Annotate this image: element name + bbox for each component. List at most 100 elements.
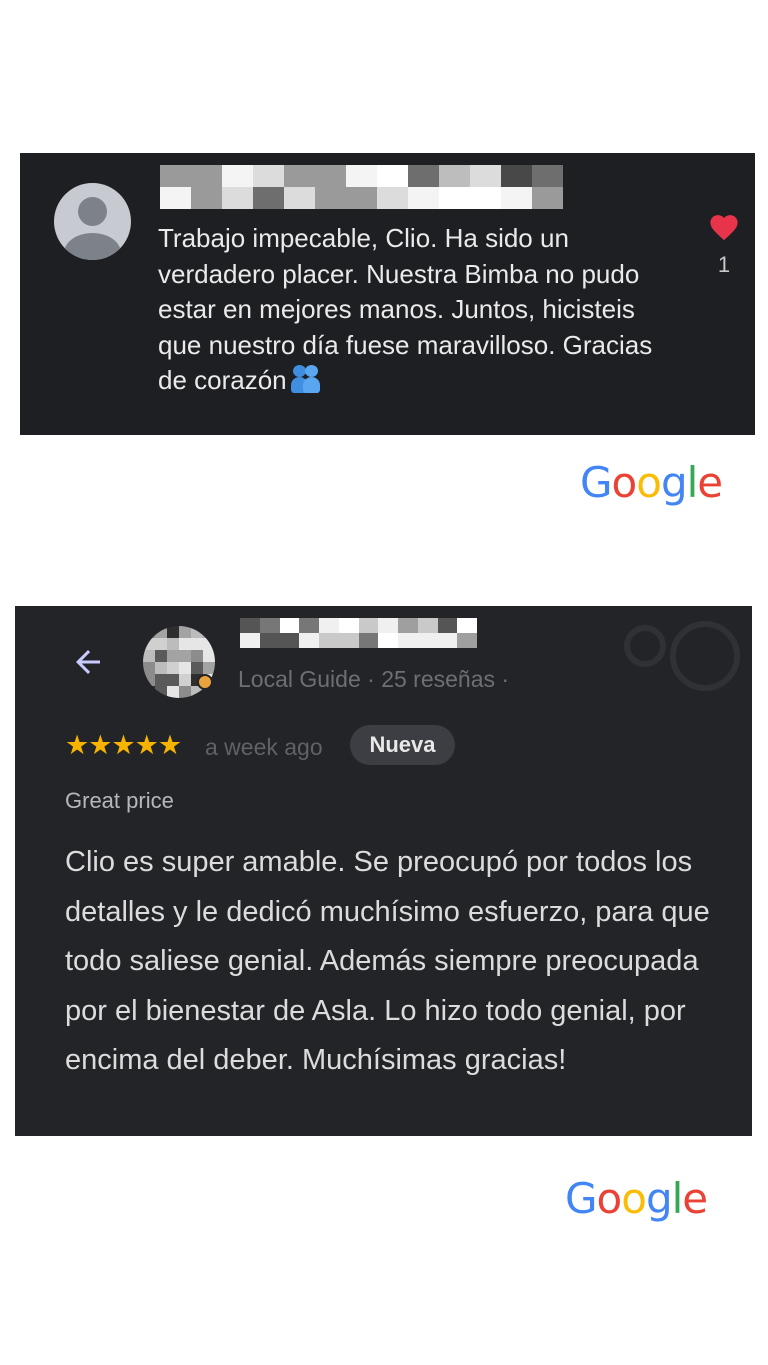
pixel-block (398, 633, 418, 648)
pixel-block (279, 633, 300, 648)
pixel-block (155, 638, 167, 650)
pixel-block (377, 187, 408, 209)
pixelated-reviewer-name[interactable] (160, 165, 563, 209)
pixel-block (167, 650, 179, 662)
google-logo: Google (565, 1174, 708, 1223)
pixel-block (167, 638, 179, 650)
pixel-block (167, 626, 179, 638)
google-letter: G (565, 1174, 598, 1223)
google-letter: o (611, 458, 638, 507)
new-badge: Nueva (350, 725, 455, 765)
pixel-block (160, 187, 191, 209)
pixel-block (319, 633, 339, 648)
review-card-2: Local Guide · 25 reseñas · ★★★★★ a week … (15, 606, 752, 1136)
pixel-block (179, 662, 191, 674)
pixel-block (319, 618, 339, 633)
pixel-block (279, 618, 300, 633)
pixel-block (191, 662, 203, 674)
pixel-block (398, 618, 418, 633)
google-letter: g (660, 458, 688, 507)
pixel-block (240, 618, 260, 633)
pixel-block (143, 650, 155, 662)
pixel-block (191, 626, 203, 638)
pixel-block (378, 633, 398, 648)
watermark-decoration (624, 621, 740, 691)
pixel-block (155, 662, 167, 674)
pixel-block (191, 187, 222, 209)
pixel-block (457, 618, 477, 633)
pixel-block (203, 626, 215, 638)
reviewer-meta: Local Guide · 25 reseñas · (238, 666, 510, 692)
pixel-block (253, 165, 284, 187)
google-letter: l (686, 458, 699, 507)
pixel-block (358, 618, 379, 633)
pixel-block (417, 633, 438, 648)
google-letter: e (697, 458, 723, 507)
pixel-block (155, 650, 167, 662)
google-letter: e (682, 1174, 708, 1223)
review-text: Trabajo impecable, Clio. Ha sido un verd… (158, 221, 678, 399)
pixel-block (408, 187, 439, 209)
pixel-block (167, 686, 179, 698)
pixel-block (259, 618, 280, 633)
pixel-block (338, 618, 359, 633)
pixel-block (299, 618, 319, 633)
like-count: 1 (717, 252, 731, 277)
pixel-block (439, 187, 470, 209)
pixel-block (179, 686, 191, 698)
pixel-block (253, 187, 284, 209)
default-avatar-icon[interactable] (54, 183, 131, 260)
pixel-block (167, 674, 179, 686)
review-subtitle: Great price (65, 788, 174, 813)
heart-icon (710, 215, 738, 241)
pixel-block (358, 633, 379, 648)
pixel-block (346, 187, 377, 209)
google-letter: o (621, 1174, 647, 1223)
pixel-block (377, 165, 408, 187)
like-button[interactable]: 1 (706, 211, 742, 278)
pixel-block (222, 187, 253, 209)
pixel-block (338, 633, 359, 648)
pixel-block (457, 633, 477, 648)
pixelated-reviewer-name[interactable] (240, 618, 477, 648)
pixel-block (346, 165, 377, 187)
pixel-block (470, 187, 501, 209)
pixel-block (191, 165, 222, 187)
pixel-block (417, 618, 438, 633)
google-letter: o (596, 1174, 623, 1223)
avatar-head-shape (78, 197, 107, 226)
review-text: Clio es super amable. Se preocupó por to… (65, 846, 710, 1076)
review-card-1: Trabajo impecable, Clio. Ha sido un verd… (20, 153, 755, 435)
pixel-block (155, 686, 167, 698)
pixel-block (501, 187, 532, 209)
review-time: a week ago (205, 734, 323, 760)
pixel-block (191, 650, 203, 662)
avatar-body-shape (64, 233, 121, 260)
pixel-block (143, 626, 155, 638)
pixel-block (203, 662, 215, 674)
pixel-block (408, 165, 439, 187)
pixel-block (315, 187, 346, 209)
pixel-block (179, 626, 191, 638)
pixel-block (143, 686, 155, 698)
pixel-block (284, 165, 315, 187)
google-letter: o (636, 458, 662, 507)
pixel-block (437, 618, 458, 633)
pixel-block (179, 650, 191, 662)
google-letter: g (645, 1174, 673, 1223)
pixel-block (532, 165, 563, 187)
google-letter: l (671, 1174, 684, 1223)
google-letter: G (580, 458, 613, 507)
review-body: Trabajo impecable, Clio. Ha sido un verd… (158, 223, 653, 395)
pixel-block (284, 187, 315, 209)
pixel-block (470, 165, 501, 187)
pixel-block (143, 638, 155, 650)
pixel-block (222, 165, 253, 187)
pixel-block (155, 674, 167, 686)
pixel-block (203, 638, 215, 650)
back-arrow-icon[interactable] (68, 644, 108, 680)
pixel-block (240, 633, 260, 648)
pixel-block (179, 674, 191, 686)
people-hugging-emoji (290, 365, 321, 393)
local-guide-badge (197, 674, 213, 690)
